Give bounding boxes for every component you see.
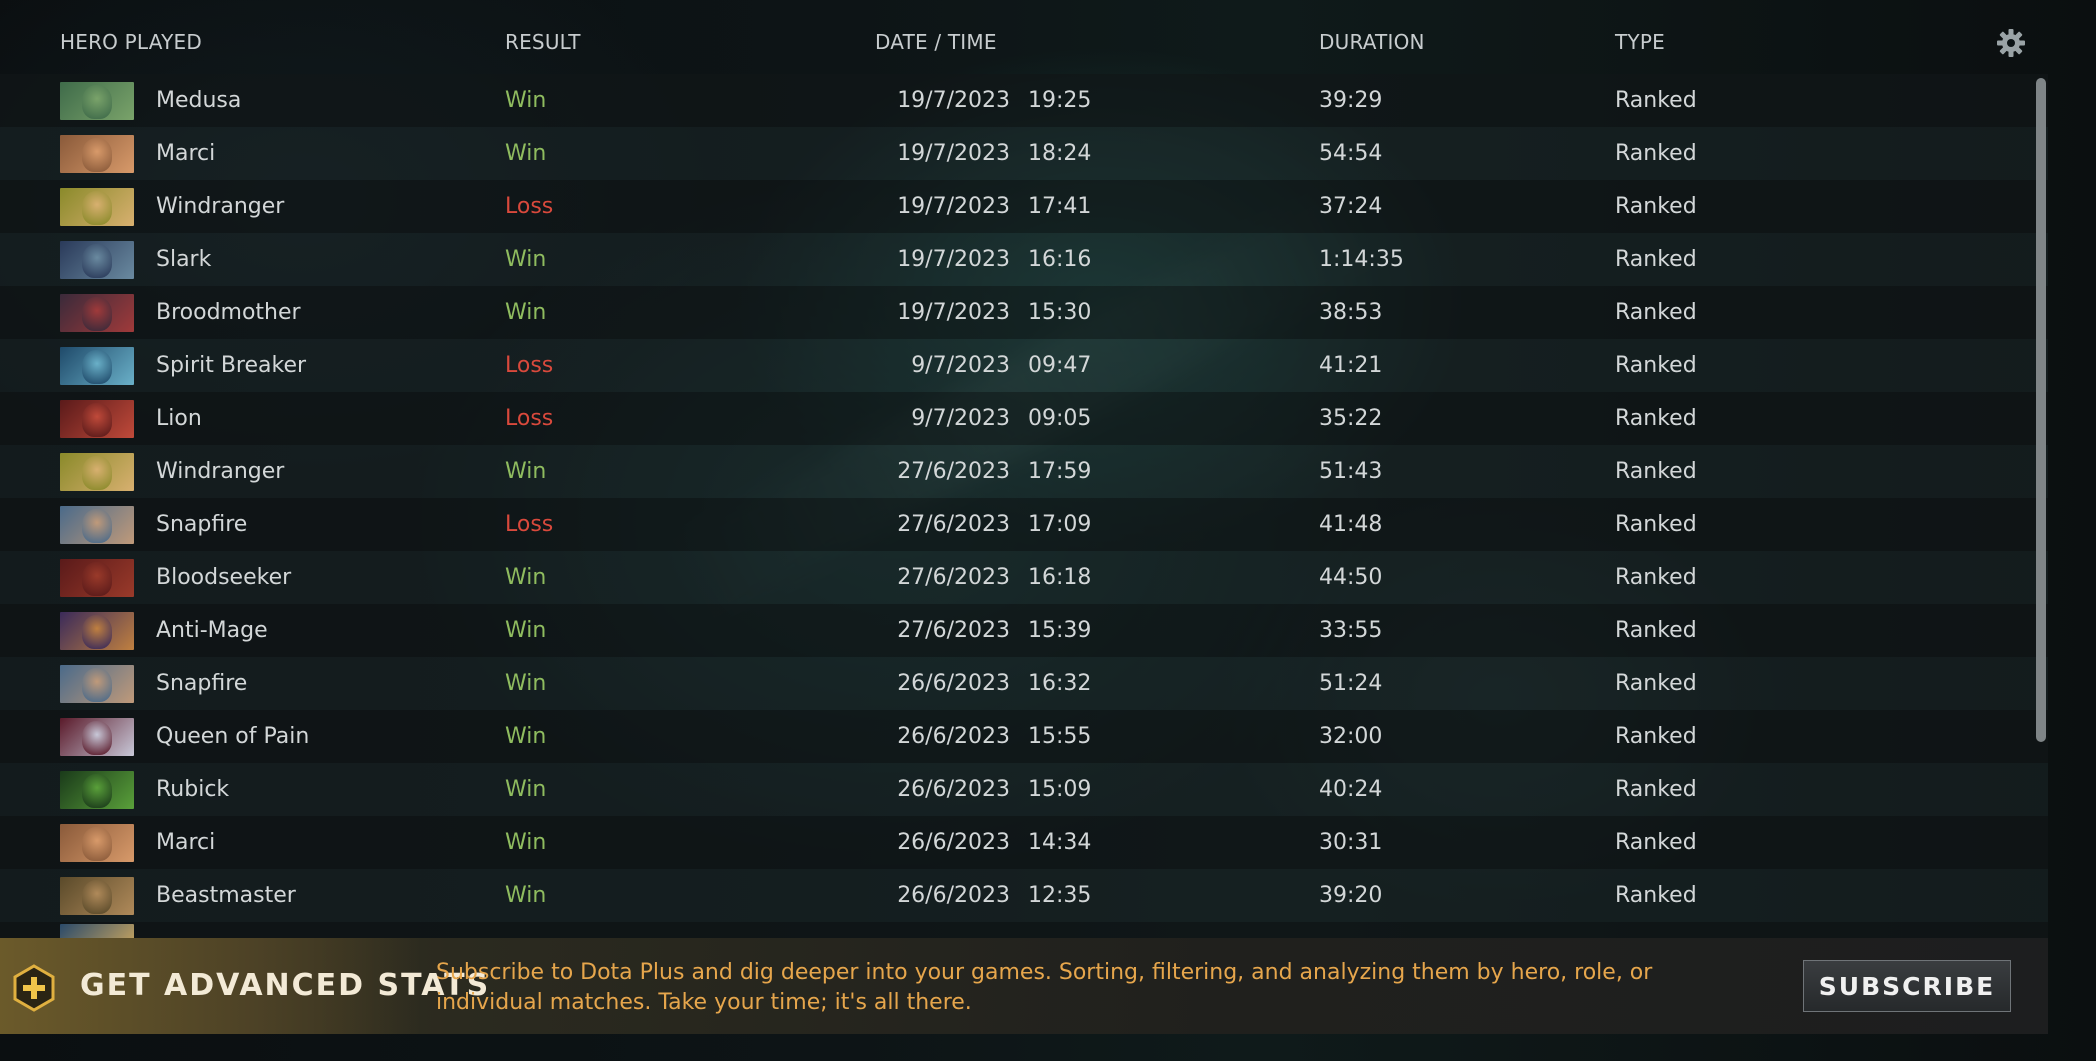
match-type: Ranked — [1615, 247, 1697, 272]
match-date: 19/7/2023 — [897, 141, 1010, 166]
match-time: 19:25 — [1028, 88, 1092, 113]
match-time: 09:47 — [1028, 353, 1092, 378]
match-history-table: Medusa Win 19/7/2023 19:25 39:29 Ranked Marci W… — [0, 74, 2048, 938]
match-date: 9/7/2023 — [911, 406, 1010, 431]
match-row[interactable]: Medusa Win 19/7/2023 19:25 39:29 Ranked — [0, 74, 2048, 127]
match-duration: 41:48 — [1319, 512, 1383, 537]
match-duration: 32:00 — [1319, 724, 1383, 749]
match-duration: 40:24 — [1319, 777, 1383, 802]
match-row[interactable]: Marci Win 26/6/2023 14:34 30:31 Ranked — [0, 816, 2048, 869]
match-type: Ranked — [1615, 883, 1697, 908]
match-duration: 51:24 — [1319, 671, 1383, 696]
match-date: 27/6/2023 — [897, 565, 1010, 590]
match-date: 26/6/2023 — [897, 883, 1010, 908]
banner-title: GET ADVANCED STATS — [80, 968, 491, 1003]
match-duration: 33:55 — [1319, 618, 1383, 643]
match-duration: 41:21 — [1319, 353, 1383, 378]
match-type: Ranked — [1615, 194, 1697, 219]
match-row[interactable]: Anti-Mage Win 27/6/2023 15:39 33:55 Ranked — [0, 604, 2048, 657]
match-row[interactable]: Lion Loss 9/7/2023 09:05 35:22 Ranked — [0, 392, 2048, 445]
match-row[interactable]: Snapfire Win 26/6/2023 16:32 51:24 Ranked — [0, 657, 2048, 710]
match-type: Ranked — [1615, 459, 1697, 484]
column-header-duration[interactable]: DURATION — [1319, 30, 1425, 54]
match-row[interactable]: Bloodseeker Win 27/6/2023 16:18 44:50 Ranked — [0, 551, 2048, 604]
match-row[interactable]: Beastmaster Win 26/6/2023 12:35 39:20 Ranked — [0, 869, 2048, 922]
match-time: 14:34 — [1028, 830, 1092, 855]
match-date: 27/6/2023 — [897, 459, 1010, 484]
match-time: 16:32 — [1028, 671, 1092, 696]
match-time: 15:09 — [1028, 777, 1092, 802]
match-row[interactable]: Windranger Loss 19/7/2023 17:41 37:24 Ranked — [0, 180, 2048, 233]
match-row[interactable]: Rubick Win 26/6/2023 15:09 40:24 Ranked — [0, 763, 2048, 816]
match-time: 17:41 — [1028, 194, 1092, 219]
match-type: Ranked — [1615, 724, 1697, 749]
match-date: 19/7/2023 — [897, 300, 1010, 325]
table-header: HERO PLAYED RESULT DATE / TIME DURATION … — [0, 0, 2048, 84]
match-time: 15:39 — [1028, 618, 1092, 643]
match-duration: 30:31 — [1319, 830, 1383, 855]
match-type: Ranked — [1615, 512, 1697, 537]
match-duration: 44:50 — [1319, 565, 1383, 590]
plus-icon — [10, 964, 58, 1012]
match-type: Ranked — [1615, 88, 1697, 113]
match-duration: 51:43 — [1319, 459, 1383, 484]
match-date: 19/7/2023 — [897, 88, 1010, 113]
subscribe-button[interactable]: SUBSCRIBE — [1803, 960, 2011, 1012]
match-row-partial[interactable] — [0, 922, 2048, 938]
match-row[interactable]: Marci Win 19/7/2023 18:24 54:54 Ranked — [0, 127, 2048, 180]
match-row[interactable]: Spirit Breaker Loss 9/7/2023 09:47 41:21 Rank… — [0, 339, 2048, 392]
match-date: 19/7/2023 — [897, 247, 1010, 272]
match-type: Ranked — [1615, 830, 1697, 855]
match-date: 26/6/2023 — [897, 777, 1010, 802]
match-row[interactable]: Broodmother Win 19/7/2023 15:30 38:53 Ranked — [0, 286, 2048, 339]
match-duration: 39:20 — [1319, 883, 1383, 908]
match-type: Ranked — [1615, 300, 1697, 325]
match-time: 16:18 — [1028, 565, 1092, 590]
match-type: Ranked — [1615, 671, 1697, 696]
match-duration: 35:22 — [1319, 406, 1383, 431]
match-time: 17:59 — [1028, 459, 1092, 484]
scrollbar-thumb[interactable] — [2036, 78, 2046, 742]
column-header-datetime[interactable]: DATE / TIME — [875, 30, 997, 54]
column-header-hero[interactable]: HERO PLAYED — [60, 30, 202, 54]
match-duration: 1:14:35 — [1319, 247, 1404, 272]
match-type: Ranked — [1615, 141, 1697, 166]
column-header-type[interactable]: TYPE — [1615, 30, 1665, 54]
match-row[interactable]: Slark Win 19/7/2023 16:16 1:14:35 Ranked — [0, 233, 2048, 286]
match-time: 15:55 — [1028, 724, 1092, 749]
match-type: Ranked — [1615, 777, 1697, 802]
match-row[interactable]: Queen of Pain Win 26/6/2023 15:55 32:00 Ranke… — [0, 710, 2048, 763]
match-date: 19/7/2023 — [897, 194, 1010, 219]
match-type: Ranked — [1615, 618, 1697, 643]
match-date: 27/6/2023 — [897, 512, 1010, 537]
dota-plus-banner: GET ADVANCED STATS Subscribe to Dota Plu… — [0, 938, 2048, 1034]
match-type: Ranked — [1615, 353, 1697, 378]
match-date: 26/6/2023 — [897, 724, 1010, 749]
hero-portrait — [60, 924, 134, 938]
match-row[interactable]: Snapfire Loss 27/6/2023 17:09 41:48 Ranked — [0, 498, 2048, 551]
column-header-result[interactable]: RESULT — [505, 30, 581, 54]
match-date: 27/6/2023 — [897, 618, 1010, 643]
gear-icon[interactable] — [1996, 28, 2026, 58]
match-time: 15:30 — [1028, 300, 1092, 325]
match-time: 09:05 — [1028, 406, 1092, 431]
match-type: Ranked — [1615, 406, 1697, 431]
match-date: 9/7/2023 — [911, 353, 1010, 378]
match-time: 16:16 — [1028, 247, 1092, 272]
match-row[interactable]: Windranger Win 27/6/2023 17:59 51:43 Ranked — [0, 445, 2048, 498]
match-date: 26/6/2023 — [897, 830, 1010, 855]
match-date: 26/6/2023 — [897, 671, 1010, 696]
match-duration: 39:29 — [1319, 88, 1383, 113]
match-time: 17:09 — [1028, 512, 1092, 537]
match-time: 12:35 — [1028, 883, 1092, 908]
match-duration: 38:53 — [1319, 300, 1383, 325]
match-type: Ranked — [1615, 565, 1697, 590]
banner-description: Subscribe to Dota Plus and dig deeper in… — [436, 960, 1653, 1015]
match-duration: 37:24 — [1319, 194, 1383, 219]
match-time: 18:24 — [1028, 141, 1092, 166]
match-duration: 54:54 — [1319, 141, 1383, 166]
